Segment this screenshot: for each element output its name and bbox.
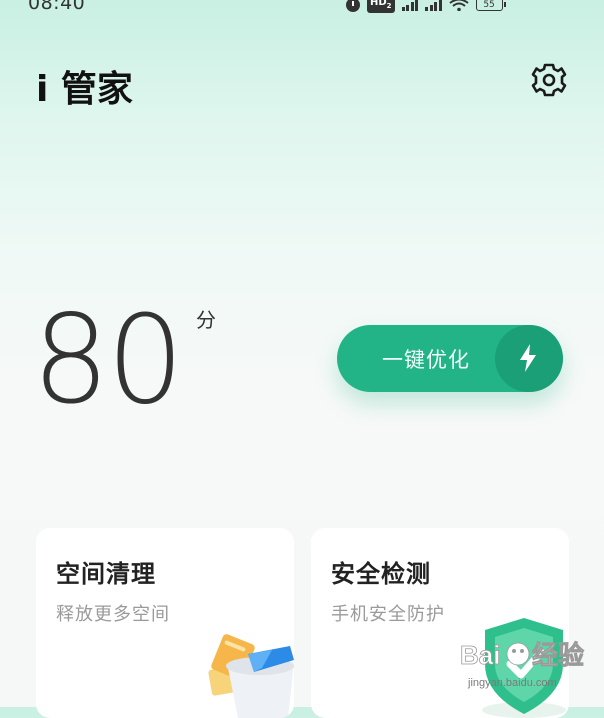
watermark-brand: Bai bbox=[460, 640, 500, 670]
security-check-title: 安全检测 bbox=[331, 560, 431, 588]
optimize-label: 一键优化 bbox=[382, 348, 470, 372]
watermark-brand-suffix: 经验 bbox=[532, 640, 584, 671]
watermark-url: jingyan.baidu.com bbox=[467, 677, 557, 689]
hd-label: HD bbox=[370, 0, 387, 8]
space-clean-title: 空间清理 bbox=[56, 560, 156, 588]
optimize-bolt-area bbox=[495, 325, 563, 392]
hd-icon: HD2 bbox=[367, 0, 395, 13]
gear-icon[interactable] bbox=[528, 59, 570, 101]
status-time: 08:40 bbox=[28, 0, 86, 14]
bolt-icon bbox=[520, 344, 536, 372]
signal-icon-1: 4G bbox=[401, 0, 419, 11]
security-check-subtitle: 手机安全防护 bbox=[331, 604, 445, 625]
status-bar: 08:40 HD2 4G 4G 55 bbox=[0, 0, 604, 18]
score-value: 80 bbox=[32, 289, 184, 431]
alarm-icon bbox=[346, 0, 360, 12]
battery-level: 55 bbox=[483, 0, 495, 10]
one-click-optimize-button[interactable]: 一键优化 bbox=[337, 325, 563, 392]
space-clean-card[interactable]: 空间清理 释放更多空间 bbox=[36, 528, 294, 718]
status-icons: HD2 4G 4G 55 bbox=[346, 0, 506, 13]
battery-icon: 55 bbox=[475, 0, 506, 11]
hd-sub: 2 bbox=[386, 2, 392, 10]
baidu-watermark: Bai 经验 jingyan.baidu.com bbox=[460, 640, 585, 689]
signal-icon-2: 4G bbox=[425, 0, 442, 11]
app-title: i 管家 bbox=[36, 69, 133, 110]
bucket-illustration bbox=[208, 634, 294, 718]
space-clean-subtitle: 释放更多空间 bbox=[56, 604, 170, 625]
score-unit: 分 bbox=[196, 308, 216, 332]
wifi-icon bbox=[448, 0, 469, 11]
